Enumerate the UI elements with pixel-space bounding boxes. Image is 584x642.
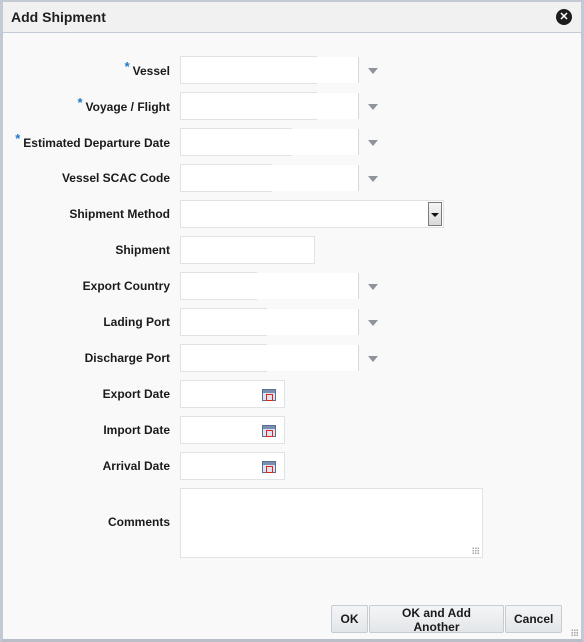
comments-row: Comments bbox=[3, 488, 581, 558]
export-date-row: Export Date bbox=[3, 380, 581, 408]
import-date-label: Import Date bbox=[103, 423, 170, 437]
chevron-down-icon[interactable] bbox=[358, 93, 378, 119]
chevron-down-icon[interactable] bbox=[358, 57, 378, 83]
add-shipment-dialog: Add Shipment ✕ * Vessel * Voyage / Flight … bbox=[0, 0, 584, 642]
comments-textarea[interactable] bbox=[180, 488, 483, 558]
dialog-header: Add Shipment ✕ bbox=[3, 2, 581, 33]
export-date-field[interactable] bbox=[180, 380, 285, 408]
shipment-method-label: Shipment Method bbox=[69, 207, 170, 221]
dialog-title: Add Shipment bbox=[11, 9, 106, 25]
shipment-method-select[interactable] bbox=[180, 200, 444, 228]
calendar-icon[interactable] bbox=[262, 425, 276, 437]
export-country-input[interactable] bbox=[181, 273, 358, 299]
resize-grip-icon[interactable] bbox=[472, 547, 479, 554]
chevron-down-icon[interactable] bbox=[358, 273, 378, 299]
lading-port-row: Lading Port bbox=[3, 308, 581, 336]
vessel-scac-code-label: Vessel SCAC Code bbox=[61, 171, 170, 185]
arrival-date-label: Arrival Date bbox=[102, 459, 170, 473]
voyage-flight-label: * Voyage / Flight bbox=[77, 95, 170, 114]
required-marker: * bbox=[77, 95, 83, 110]
shipment-input[interactable] bbox=[180, 236, 315, 264]
comments-label: Comments bbox=[107, 515, 170, 529]
chevron-down-icon[interactable] bbox=[428, 202, 442, 226]
close-icon[interactable]: ✕ bbox=[556, 9, 572, 25]
required-marker: * bbox=[124, 59, 130, 74]
discharge-port-row: Discharge Port bbox=[3, 344, 581, 372]
estimated-departure-date-label: * Estimated Departure Date bbox=[15, 131, 170, 150]
arrival-date-field[interactable] bbox=[180, 452, 285, 480]
chevron-down-icon[interactable] bbox=[358, 309, 378, 335]
vessel-scac-code-row: Vessel SCAC Code bbox=[3, 164, 581, 192]
estimated-departure-date-row: * Estimated Departure Date bbox=[3, 128, 581, 156]
ok-button[interactable]: OK bbox=[331, 605, 368, 633]
import-date-field[interactable] bbox=[180, 416, 285, 444]
estimated-departure-date-input[interactable] bbox=[181, 129, 358, 155]
shipment-label: Shipment bbox=[115, 243, 170, 257]
calendar-icon[interactable] bbox=[262, 461, 276, 473]
export-date-label: Export Date bbox=[102, 387, 170, 401]
discharge-port-combobox[interactable] bbox=[180, 344, 378, 372]
export-country-row: Export Country bbox=[3, 272, 581, 300]
chevron-down-icon[interactable] bbox=[358, 165, 378, 191]
export-country-combobox[interactable] bbox=[180, 272, 378, 300]
discharge-port-label: Discharge Port bbox=[84, 351, 170, 365]
lading-port-combobox[interactable] bbox=[180, 308, 378, 336]
arrival-date-row: Arrival Date bbox=[3, 452, 581, 480]
dialog-resize-grip-icon[interactable] bbox=[571, 629, 579, 637]
voyage-flight-combobox[interactable] bbox=[180, 92, 378, 120]
estimated-departure-date-combobox[interactable] bbox=[180, 128, 378, 156]
chevron-down-icon[interactable] bbox=[358, 345, 378, 371]
ok-and-add-another-button[interactable]: OK and Add Another bbox=[369, 605, 504, 634]
lading-port-label: Lading Port bbox=[103, 315, 170, 329]
discharge-port-input[interactable] bbox=[181, 345, 358, 371]
voyage-flight-row: * Voyage / Flight bbox=[3, 92, 581, 120]
export-country-label: Export Country bbox=[82, 279, 170, 293]
vessel-scac-code-combobox[interactable] bbox=[180, 164, 378, 192]
shipment-method-row: Shipment Method bbox=[3, 200, 581, 228]
shipment-row: Shipment bbox=[3, 236, 581, 264]
vessel-input[interactable] bbox=[181, 57, 358, 83]
lading-port-input[interactable] bbox=[181, 309, 358, 335]
import-date-row: Import Date bbox=[3, 416, 581, 444]
vessel-label: * Vessel bbox=[124, 59, 170, 78]
cancel-button[interactable]: Cancel bbox=[505, 605, 562, 633]
vessel-scac-code-input[interactable] bbox=[181, 165, 358, 191]
calendar-icon[interactable] bbox=[262, 389, 276, 401]
chevron-down-icon[interactable] bbox=[358, 129, 378, 155]
required-marker: * bbox=[15, 131, 21, 146]
voyage-flight-input[interactable] bbox=[181, 93, 358, 119]
vessel-row: * Vessel bbox=[3, 56, 581, 84]
vessel-combobox[interactable] bbox=[180, 56, 378, 84]
